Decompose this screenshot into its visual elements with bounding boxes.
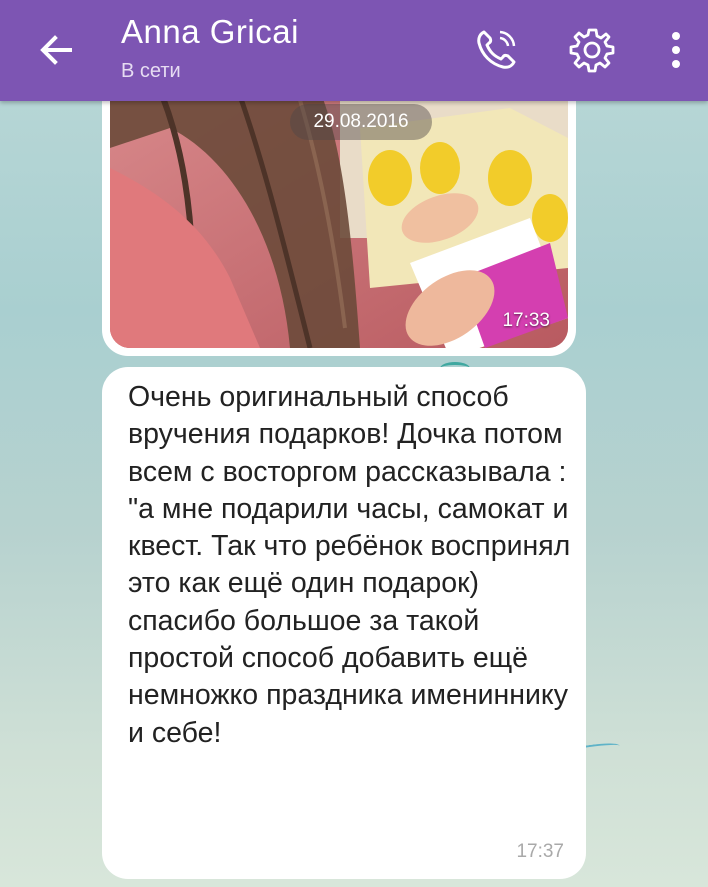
- phone-icon: [477, 30, 516, 69]
- settings-button[interactable]: [564, 22, 620, 78]
- back-button[interactable]: [30, 24, 82, 76]
- more-menu-button[interactable]: [648, 22, 704, 78]
- text-message-bubble[interactable]: Очень оригинальный способ вручения подар…: [102, 367, 586, 879]
- date-separator: 29.08.2016: [290, 104, 432, 140]
- contact-status: В сети: [121, 60, 181, 82]
- text-message-time: 17:37: [516, 841, 564, 862]
- message-text: Очень оригинальный способ вручения подар…: [128, 381, 571, 749]
- chat-header: Anna Gricai В сети: [0, 0, 708, 101]
- gear-icon: [569, 28, 615, 73]
- contact-name[interactable]: Anna Gricai: [121, 13, 299, 51]
- more-vertical-icon: [672, 32, 680, 68]
- arrow-left-icon: [40, 35, 72, 65]
- call-button[interactable]: [468, 22, 524, 78]
- photo-message-time: 17:33: [502, 310, 550, 331]
